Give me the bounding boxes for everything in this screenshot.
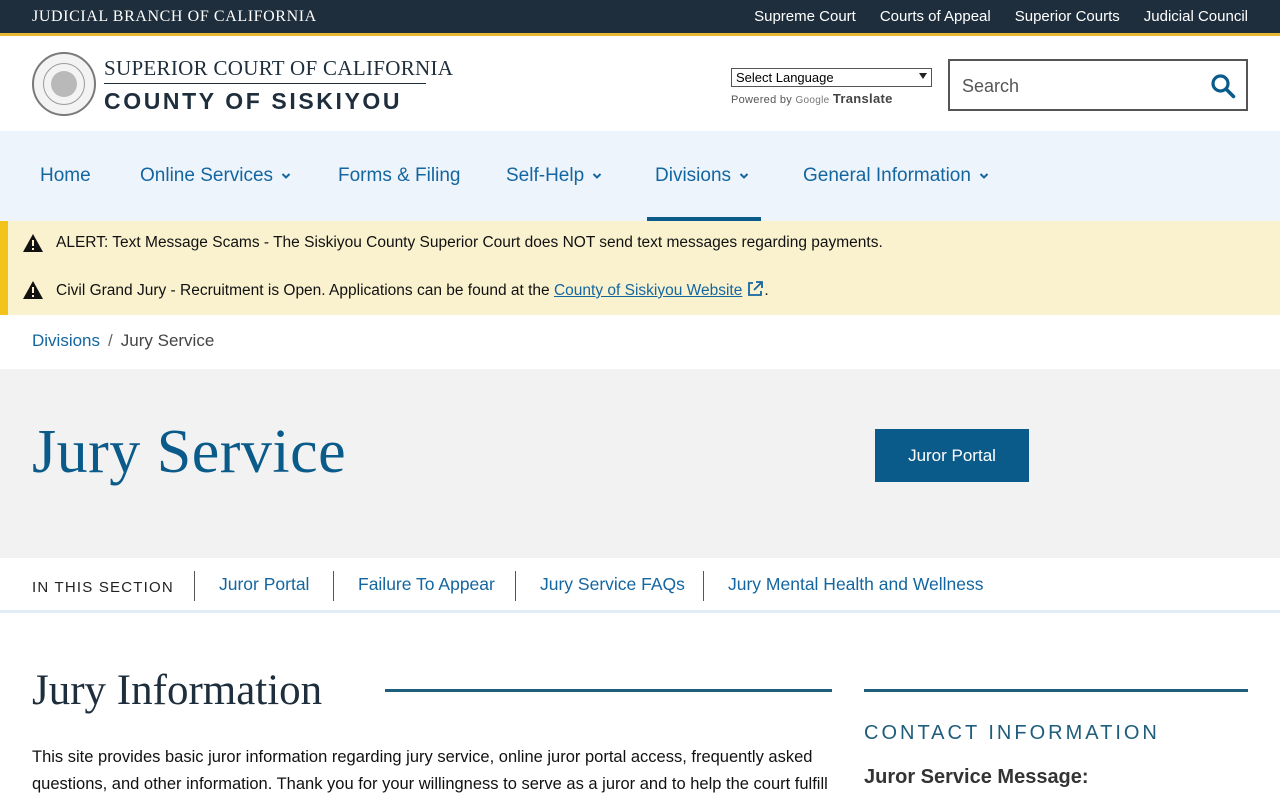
breadcrumb-current: Jury Service [120,331,215,350]
main-navigation: Home Online Services Forms & Filing Self… [0,131,1280,221]
nav-label: Self-Help [506,165,585,186]
nav-label: Forms & Filing [338,165,461,186]
nav-label: Online Services [140,165,274,186]
nav-label: Home [40,165,91,186]
court-name-rule [104,83,426,84]
site-header: SUPERIOR COURT OF CALIFORNIA COUNTY OF S… [0,39,1280,131]
breadcrumb-divisions[interactable]: Divisions [32,331,100,350]
court-name-line2[interactable]: COUNTY OF SISKIYOU [104,88,402,115]
nav-item-self-help[interactable]: Self-Help [506,131,602,221]
link-courts-of-appeal[interactable]: Courts of Appeal [880,8,991,25]
county-website-link-text: County of Siskiyou Website [553,282,743,299]
judicial-branch-title[interactable]: JUDICIAL BRANCH OF CALIFORNIA [32,8,317,26]
chevron-down-icon [281,173,291,179]
alert-message: Civil Grand Jury - Recruitment is Open. … [56,280,769,300]
chevron-down-icon [919,73,927,79]
breadcrumb-separator: / [108,331,113,350]
alert-message: ALERT: Text Message Scams - The Siskiyou… [56,234,883,251]
section-link-failure-to-appear[interactable]: Failure To Appear [358,574,495,595]
external-link-icon [748,281,764,296]
alert-text-scams: ALERT: Text Message Scams - The Siskiyou… [22,233,883,253]
content-heading: Jury Information [32,667,323,714]
top-utility-bar: JUDICIAL BRANCH OF CALIFORNIA Supreme Co… [0,0,1280,36]
section-link-juror-portal[interactable]: Juror Portal [219,574,309,595]
nav-label: Divisions [655,165,732,186]
search-input[interactable] [962,73,1202,99]
page-hero: Jury Service Juror Portal [0,369,1280,558]
in-this-section-label: IN THIS SECTION [32,579,174,596]
chevron-down-icon [979,173,989,179]
page-title: Jury Service [32,418,347,486]
language-select-value: Select Language [736,70,834,85]
in-this-section-nav: IN THIS SECTION Juror Portal Failure To … [0,558,1280,613]
aside-rule [864,689,1248,692]
nav-label: General Information [803,165,971,186]
powered-by-text: Powered by [731,94,793,106]
juror-portal-button[interactable]: Juror Portal [875,429,1029,482]
warning-icon [23,281,43,299]
breadcrumb: Divisions / Jury Service [32,331,214,351]
nav-item-forms-filing[interactable]: Forms & Filing [338,131,460,221]
warning-icon [23,234,43,252]
translate-text[interactable]: Translate [833,91,893,106]
section-divider [194,571,195,601]
search-icon[interactable] [1210,73,1236,99]
chevron-down-icon [739,173,749,179]
top-links: Supreme Court Courts of Appeal Superior … [754,8,1248,25]
alert-grand-jury-end: . [764,282,769,299]
chevron-down-icon [592,173,602,179]
link-supreme-court[interactable]: Supreme Court [754,8,856,25]
section-divider [333,571,334,601]
link-superior-courts[interactable]: Superior Courts [1015,8,1120,25]
heading-rule [385,689,832,692]
court-name-line1[interactable]: SUPERIOR COURT OF CALIFORNIA [104,56,453,81]
google-logo-text: Google [795,95,830,106]
section-link-jury-mental-health[interactable]: Jury Mental Health and Wellness [728,574,984,595]
nav-item-online-services[interactable]: Online Services [140,131,291,221]
language-select[interactable]: Select Language [731,68,932,87]
search-box[interactable] [948,59,1248,111]
section-link-jury-service-faqs[interactable]: Jury Service FAQs [540,574,685,595]
nav-item-divisions[interactable]: Divisions [646,131,762,221]
content-body-text: This site provides basic juror informati… [32,748,828,793]
county-website-link[interactable]: County of Siskiyou Website [553,281,764,299]
powered-by-google-translate: Powered by Google Translate [731,91,893,106]
alert-banner: ALERT: Text Message Scams - The Siskiyou… [0,221,1280,315]
court-seal-logo[interactable] [32,52,96,116]
alert-grand-jury: Civil Grand Jury - Recruitment is Open. … [22,280,769,300]
seal-core [51,71,77,97]
section-divider [703,571,704,601]
nav-item-general-information[interactable]: General Information [803,131,989,221]
juror-service-message-heading: Juror Service Message: [864,766,1089,788]
nav-item-home[interactable]: Home [40,131,91,221]
link-judicial-council[interactable]: Judicial Council [1144,8,1248,25]
alert-grand-jury-text: Civil Grand Jury - Recruitment is Open. … [56,282,554,299]
contact-information-heading: CONTACT INFORMATION [864,722,1160,744]
section-divider [515,571,516,601]
